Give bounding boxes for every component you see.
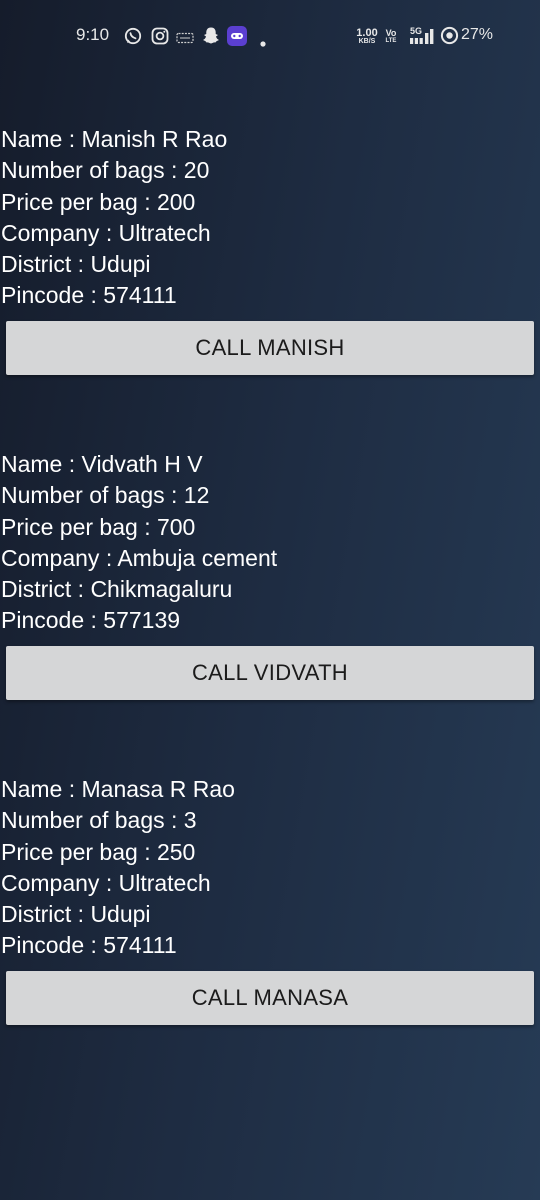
- call-manasa-button[interactable]: CALL MANASA: [6, 971, 534, 1025]
- district: District : Chikmagaluru: [1, 576, 233, 603]
- seller-name: Name : Manish R Rao: [1, 126, 228, 152]
- number-of-bags: Number of bags : 3: [1, 807, 197, 834]
- number-of-bags: Number of bags : 20: [1, 157, 210, 184]
- price-per-bag: Price per bag : 250: [1, 838, 196, 865]
- volte-indicator: Vo LTE: [384, 28, 398, 45]
- number-of-bags: Number of bags : 12: [1, 482, 210, 509]
- ticket-icon: [176, 31, 194, 49]
- volte-top-label: Vo: [385, 28, 397, 38]
- battery-percentage: 27%: [461, 26, 494, 43]
- app-badge-icon: [227, 26, 247, 51]
- instagram-icon: [151, 27, 169, 50]
- volte-bottom-label: LTE: [385, 38, 397, 44]
- district: District : Udupi: [1, 901, 151, 928]
- status-bar: 9:10 1.00 KB/S Vo LTE 5G 27%: [0, 0, 540, 72]
- status-time: 9:10: [76, 25, 110, 44]
- whatsapp-icon: [124, 27, 142, 50]
- seller-name: Name : Manasa R Rao: [1, 776, 235, 802]
- call-vidvath-button[interactable]: CALL VIDVATH: [6, 646, 534, 700]
- network-speed-indicator: 1.00 KB/S: [354, 28, 380, 46]
- pincode: Pincode : 574111: [1, 282, 177, 309]
- seller-listing: Name : Manish R Rao Number of bags : 20 …: [0, 124, 540, 312]
- pincode: Pincode : 574111: [1, 932, 177, 959]
- company: Company : Ambuja cement: [1, 544, 278, 571]
- seller-listing: Name : Vidvath H V Number of bags : 12 P…: [0, 449, 540, 637]
- battery-icon: [440, 26, 459, 50]
- seller-name: Name : Vidvath H V: [1, 451, 203, 477]
- pincode: Pincode : 577139: [1, 607, 181, 634]
- network-speed-value: 1.00: [356, 27, 378, 39]
- district: District : Udupi: [1, 251, 151, 278]
- network-speed-unit: KB/S: [358, 38, 376, 45]
- price-per-bag: Price per bag : 200: [1, 188, 196, 215]
- call-manish-button[interactable]: CALL MANISH: [6, 321, 534, 375]
- snapchat-icon: [202, 26, 220, 50]
- signal-strength-icon: [410, 28, 436, 49]
- price-per-bag: Price per bag : 700: [1, 513, 196, 540]
- more-notifications-dot-icon: [260, 34, 266, 52]
- company: Company : Ultratech: [1, 219, 211, 246]
- seller-listing: Name : Manasa R Rao Number of bags : 3 P…: [0, 774, 540, 962]
- company: Company : Ultratech: [1, 869, 211, 896]
